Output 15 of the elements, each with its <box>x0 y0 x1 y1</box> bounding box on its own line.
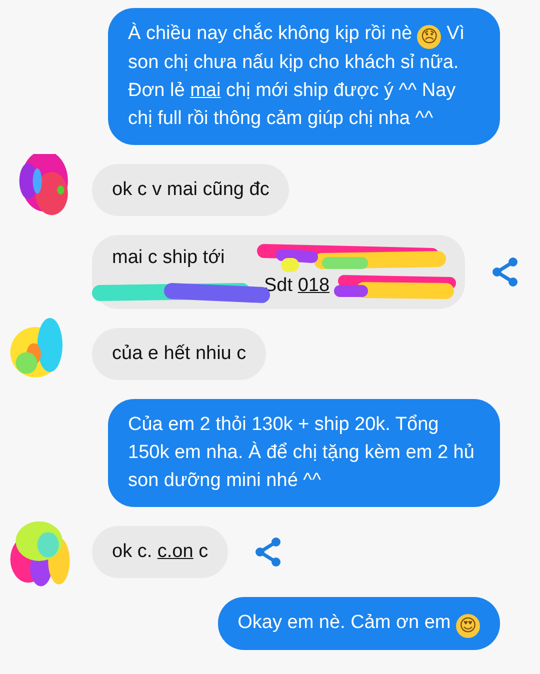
message-text: ok c v mai cũng đc <box>112 178 270 202</box>
link[interactable]: 018 <box>298 275 330 296</box>
emoji: 😍 <box>456 614 480 638</box>
link[interactable]: c.on <box>157 541 194 562</box>
message-text: Okay em nè. Cảm ơn em 😍 <box>238 609 480 638</box>
message-text: Sdt 018 <box>263 274 331 298</box>
message-text: Của em 2 thỏi 130k + ship 20k. Tổng 150k em nha. À để chị tặng kèm em 2 hủ son dưỡng mini nhé ^^ <box>128 413 476 493</box>
message-text: ok c. c.on c <box>112 540 208 564</box>
share-icon[interactable] <box>491 257 519 287</box>
message-text: của e hết nhiu c <box>112 342 246 366</box>
message-text: mai c ship tới <box>112 246 226 270</box>
emoji: 😞 <box>417 25 442 49</box>
share-icon[interactable] <box>254 537 282 567</box>
link[interactable]: mai <box>190 80 221 101</box>
message-text: À chiều nay chắc không kịp rồi nè 😞 Vì son chị chưa nấu kịp cho khách sỉ nữa. Đơn lẻ mai chị mới ship được ý ^^ Nay chị full rồi thông cảm giúp chị nha ^^ <box>128 22 466 131</box>
